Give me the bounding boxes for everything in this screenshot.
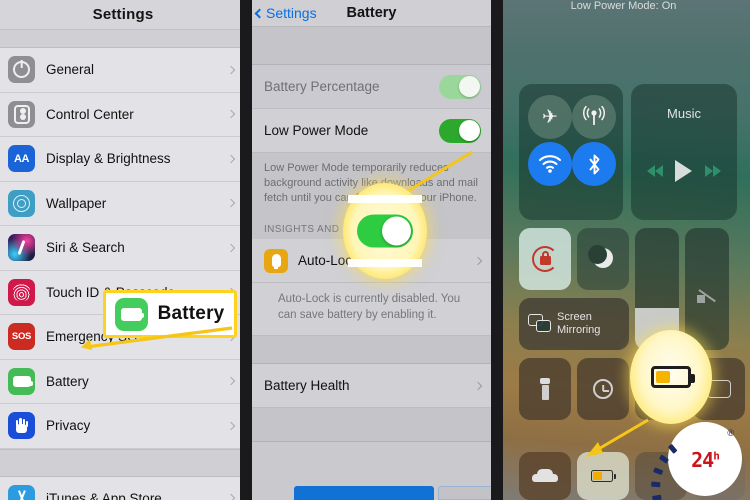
siri-icon [8,234,35,262]
chevron-right-icon [226,421,236,430]
flashlight-icon[interactable] [519,358,571,420]
sidebar-item-wallpaper[interactable]: Wallpaper [0,181,246,226]
low-power-mode-tile-magnifier [630,330,712,424]
battery-icon [591,470,616,482]
sidebar-item-label: Display & Brightness [46,151,171,167]
gear-icon [8,56,35,84]
section-gap [252,27,491,65]
device-bezel-left [246,0,252,500]
cellular-data-icon[interactable] [572,95,616,139]
low-power-mode-toggle[interactable] [439,118,481,143]
row-label: Battery Percentage [264,79,380,94]
row-label: Low Power Mode [264,123,369,138]
settings-nav-bar: Settings [0,0,246,30]
registered-mark: ® [727,428,734,438]
watermark-logo: 24h ® [651,422,742,500]
device-bezel-left [497,0,503,500]
sidebar-item-privacy[interactable]: Privacy [0,404,246,449]
bulb-icon [264,248,288,273]
fingerprint-icon [8,278,35,306]
battery-callout-box: Battery [103,290,237,338]
chevron-right-icon [226,65,236,74]
sliders-icon [8,100,35,128]
chevron-right-icon [226,494,236,500]
magnified-battery-icon [651,366,695,388]
rotation-lock-icon[interactable] [519,228,571,290]
sidebar-item-label: Wallpaper [46,195,107,211]
music-label: Music [667,106,701,121]
section-gap-3 [252,408,491,442]
primary-button[interactable] [294,486,434,500]
chevron-right-icon [226,110,236,119]
row-low-power-mode[interactable]: Low Power Mode [252,109,491,153]
auto-lock-description: Auto-Lock is currently disabled. You can… [252,283,491,336]
app-store-icon [8,484,35,500]
low-power-banner: Low Power Mode: On [570,0,677,12]
chevron-right-icon [226,243,236,252]
sidebar-item-label: General [46,62,95,78]
sidebar-item-label: iTunes & App Store [46,490,162,500]
music-card[interactable]: Music [631,84,737,220]
logo-number: 24h [691,448,720,472]
screen-mirroring-label: Screen Mirroring [557,311,601,336]
forward-icon[interactable] [704,165,721,177]
settings-list: General Control Center AA Display & Brig… [0,48,246,500]
car-mode-icon[interactable] [519,452,571,500]
back-label: Settings [266,5,317,21]
screen-mirroring-tile[interactable]: Screen Mirroring [519,298,629,350]
sidebar-item-label: Privacy [46,418,91,434]
list-group-gap-2 [0,448,246,477]
battery-icon [115,297,148,331]
chevron-right-icon [226,154,236,163]
wifi-icon[interactable] [528,142,572,186]
row-battery-health[interactable]: Battery Health [252,364,491,408]
connectivity-card: ✈ [519,84,623,220]
battery-nav-bar: Settings Battery [252,0,491,27]
chevron-right-icon [226,377,236,386]
airplane-mode-icon[interactable]: ✈ [528,95,572,139]
rewind-icon[interactable] [647,165,664,177]
sidebar-item-battery[interactable]: Battery [0,359,246,404]
row-label: Battery Health [264,378,350,393]
sidebar-item-label: Siri & Search [46,240,125,256]
chevron-right-icon [473,256,483,265]
list-group-gap [0,30,246,48]
row-battery-percentage[interactable]: Battery Percentage [252,65,491,109]
hand-icon [8,412,35,440]
sidebar-item-display-brightness[interactable]: AA Display & Brightness [0,137,246,182]
settings-list-panel: Settings General Control Center AA Displ… [0,0,246,500]
sidebar-item-general[interactable]: General [0,48,246,93]
text-size-icon: AA [8,145,35,173]
chevron-right-icon [226,199,236,208]
sidebar-item-label: Control Center [46,106,134,122]
callout-label: Battery [157,303,225,324]
chevron-right-icon [473,381,483,390]
low-power-mode-icon[interactable] [577,452,629,500]
flower-icon [8,189,35,217]
timer-icon[interactable] [577,358,629,420]
sidebar-item-control-center[interactable]: Control Center [0,92,246,137]
mute-icon [697,290,717,308]
sos-icon: SOS [8,323,35,351]
low-power-mode-toggle-magnifier [343,183,427,279]
battery-icon [8,367,35,395]
screenshot-root: Settings General Control Center AA Displ… [0,0,750,500]
screen-mirroring-icon [528,314,551,334]
magnified-toggle [357,214,413,248]
battery-percentage-toggle[interactable] [439,74,481,99]
chevron-left-icon [254,8,265,18]
bluetooth-icon[interactable] [572,142,616,186]
play-icon[interactable] [675,160,693,182]
secondary-button[interactable] [438,486,497,500]
sidebar-item-label: Battery [46,373,89,389]
section-gap-2 [252,336,491,364]
sidebar-item-siri-search[interactable]: Siri & Search [0,226,246,271]
bottom-button-strip [252,484,497,500]
back-button[interactable]: Settings [254,5,317,21]
page-title: Settings [92,6,154,23]
sidebar-item-itunes-app-store[interactable]: iTunes & App Store [0,476,246,500]
do-not-disturb-icon[interactable] [577,228,629,290]
